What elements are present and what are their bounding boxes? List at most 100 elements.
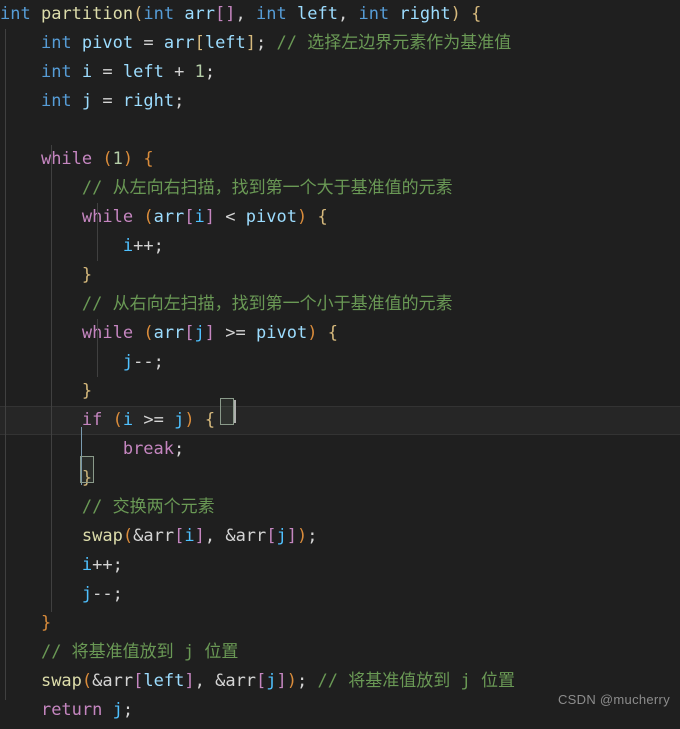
code-token: )	[122, 149, 134, 169]
code-token: }	[0, 725, 10, 729]
code-token: {	[204, 410, 216, 430]
code-line[interactable]: // 交换两个元素	[0, 493, 680, 522]
code-line[interactable]: }	[0, 377, 680, 406]
code-token: ]	[276, 671, 287, 691]
code-token: =	[102, 91, 113, 111]
code-editor[interactable]: int partition(int arr[], int left, int r…	[0, 0, 680, 729]
code-token: ]	[225, 4, 236, 24]
code-token: ;	[204, 62, 216, 82]
code-token: // 交换两个元素	[81, 497, 215, 517]
code-token: right	[399, 4, 451, 24]
code-line[interactable]: j--;	[0, 348, 680, 377]
code-line[interactable]: while (1) {	[0, 145, 680, 174]
code-line[interactable]: int partition(int arr[], int left, int r…	[0, 0, 680, 29]
code-line[interactable]: // 从左向右扫描，找到第一个大于基准值的元素	[0, 174, 680, 203]
code-token: swap	[81, 526, 123, 546]
code-token: int	[40, 91, 72, 111]
code-line[interactable]: int i = left + 1;	[0, 58, 680, 87]
code-line[interactable]: }	[0, 464, 680, 493]
code-line[interactable]: while (arr[j] >= pivot) {	[0, 319, 680, 348]
code-line[interactable]: if (i >= j) {	[0, 406, 680, 435]
code-token: j	[266, 671, 277, 691]
code-token: {	[143, 149, 154, 169]
code-line[interactable]: // 从右向左扫描，找到第一个小于基准值的元素	[0, 290, 680, 319]
code-token: ]	[204, 323, 216, 343]
code-line[interactable]	[0, 116, 680, 145]
code-surface[interactable]: int partition(int arr[], int left, int r…	[0, 0, 680, 729]
code-line[interactable]: while (arr[i] < pivot) {	[0, 203, 680, 232]
code-token: [	[174, 526, 185, 546]
code-token: arr	[163, 33, 195, 53]
code-token: j	[81, 91, 93, 111]
code-token: left	[122, 62, 164, 82]
code-token: break	[122, 439, 175, 459]
code-line[interactable]: swap(&arr[i], &arr[j]);	[0, 522, 680, 551]
code-token: ;	[297, 671, 308, 691]
code-token: ,	[194, 671, 205, 691]
code-line[interactable]: // 将基准值放到 j 位置	[0, 638, 680, 667]
code-token: (	[143, 323, 154, 343]
code-token: ;	[122, 700, 134, 720]
code-token: )	[450, 4, 461, 24]
code-token: )	[296, 207, 308, 227]
code-line[interactable]: }	[0, 609, 680, 638]
code-token: [	[133, 671, 144, 691]
code-line[interactable]: }	[0, 725, 680, 729]
code-token: int	[143, 4, 175, 24]
code-line[interactable]: i++;	[0, 551, 680, 580]
code-token: pivot	[256, 323, 308, 343]
code-token: int	[358, 4, 390, 24]
code-line[interactable]: i++;	[0, 232, 680, 261]
code-token: int	[40, 33, 72, 53]
code-token: right	[122, 91, 175, 111]
code-token: i	[122, 410, 134, 430]
code-token: {	[471, 4, 482, 24]
code-token: ++	[92, 555, 113, 575]
code-line[interactable]: break;	[0, 435, 680, 464]
code-line[interactable]: int j = right;	[0, 87, 680, 116]
code-line[interactable]: int pivot = arr[left]; // 选择左边界元素作为基准值	[0, 29, 680, 58]
code-line[interactable]: }	[0, 261, 680, 290]
code-token: ,	[204, 526, 216, 546]
code-token: int	[0, 4, 31, 24]
code-token: &	[133, 526, 144, 546]
code-token: j	[122, 352, 134, 372]
code-token: j	[174, 410, 185, 430]
code-token: )	[286, 671, 298, 691]
code-line[interactable]: j--;	[0, 580, 680, 609]
code-token: arr	[184, 4, 216, 24]
code-token: (	[122, 526, 134, 546]
code-token: i	[122, 236, 134, 256]
